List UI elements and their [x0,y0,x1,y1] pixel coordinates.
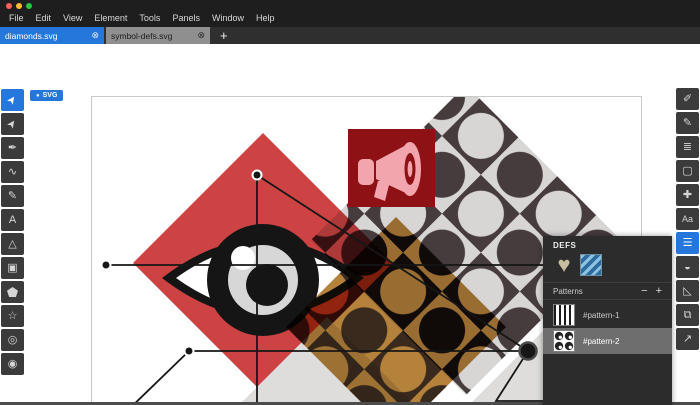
patterns-title: Patterns [553,287,583,296]
layers-panel-icon: ≣ [683,142,692,153]
zoom-button[interactable] [26,3,32,9]
add-pattern-button[interactable]: + [656,286,662,297]
view-panel-icon: ▢ [682,166,692,177]
star-tool-icon: ☆ [8,311,18,322]
shapes-tool-icon: ◉ [8,359,18,370]
path-tool[interactable]: ∿ [1,161,24,183]
megaphone-symbol[interactable] [348,129,435,207]
stroke-panel-icon: ✎ [683,118,692,129]
right-toolbar: ✐ ✎ ≣ ▢ ✚ Aa ☰ ◒ ◺ ⧉ ↗ [676,88,699,350]
traffic-lights [6,3,32,9]
remove-pattern-button[interactable]: − [641,286,647,297]
menu-view[interactable]: View [57,12,88,24]
pencil-tool[interactable]: ✎ [1,185,24,207]
left-toolbar: ➤ ➤ ✒ ∿ ✎ A △ ▣ ☆ ◎ ◉ [1,89,24,375]
tab-label: symbol-defs.svg [111,31,172,41]
pencil-tool-icon: ✎ [8,191,17,202]
menu-element[interactable]: Element [88,12,133,24]
close-button[interactable] [6,3,12,9]
patterns-header: Patterns − + [543,282,672,300]
ellipse-tool-icon: ◎ [8,335,18,346]
patterns-list: #pattern-1 #pattern-2 [543,302,672,354]
menu-tools[interactable]: Tools [133,12,166,24]
rect-tool[interactable]: ▣ [1,257,24,279]
tab-diamonds.svg[interactable]: diamonds.svg ⊗ [0,27,104,44]
pattern-thumbnail-icon [553,330,575,352]
triangle-tool[interactable]: △ [1,233,24,255]
close-tab-icon[interactable]: ⊗ [197,30,205,41]
export-panel[interactable]: ↗ [676,328,699,350]
select-tool[interactable]: ➤ [1,89,24,111]
geometry-panel[interactable]: ◺ [676,280,699,302]
pattern-row[interactable]: #pattern-1 [543,302,672,328]
defs-panel-button[interactable]: ☰ [676,232,699,254]
main-area: ● SVG ➤ ➤ ✒ ∿ ✎ A △ ▣ ☆ ◎ ◉ ✐ ✎ ≣ ▢ ✚ Aa ☰ ◒ ◺ ⧉ ↗ DEFS ♥ Pa… [0,44,700,403]
typography-panel-icon: Aa [682,215,693,224]
paint-panel-icon: ✐ [683,94,692,105]
geometry-panel-icon: ◺ [683,286,691,297]
menu-help[interactable]: Help [250,12,281,24]
triangle-tool-icon: △ [8,239,16,250]
pattern-id: #pattern-2 [583,337,619,346]
tab-symbol-defs.svg[interactable]: symbol-defs.svg ⊗ [106,27,210,44]
objects-panel-icon: ⧉ [684,310,692,321]
edit-tool[interactable]: ➤ [1,113,24,135]
masks-panel[interactable]: ◒ [676,256,699,278]
select-tool-icon: ➤ [5,93,19,107]
menu-panels[interactable]: Panels [166,12,206,24]
defs-panel-title: DEFS [553,241,576,250]
selected-node [520,343,537,360]
pen-tool-icon: ✒ [8,143,17,154]
defs-swatches: ♥ [553,254,602,276]
ellipse-tool[interactable]: ◎ [1,329,24,351]
pattern-id: #pattern-1 [583,311,619,320]
tab-label: diamonds.svg [5,31,57,41]
defs-panel-button-icon: ☰ [683,238,693,249]
hatch-symbol[interactable] [580,254,602,276]
text-tool-icon: A [9,215,16,226]
arrange-panel[interactable]: ✚ [676,184,699,206]
objects-panel[interactable]: ⧉ [676,304,699,326]
path-tool-icon: ∿ [8,167,17,178]
export-panel-icon: ↗ [683,334,692,345]
stroke-panel[interactable]: ✎ [676,112,699,134]
typography-panel[interactable]: Aa [676,208,699,230]
shapes-tool[interactable]: ◉ [1,353,24,375]
pattern-thumbnail-icon [553,304,575,326]
breadcrumb[interactable]: ● SVG [30,90,63,101]
pen-tool[interactable]: ✒ [1,137,24,159]
tab-bar: diamonds.svg ⊗ symbol-defs.svg ⊗ + [0,27,700,44]
rect-tool-icon: ▣ [7,263,17,274]
text-tool[interactable]: A [1,209,24,231]
close-tab-icon[interactable]: ⊗ [91,30,99,41]
edit-tool-icon: ➤ [5,117,19,131]
menu-edit[interactable]: Edit [30,12,58,24]
breadcrumb-label: SVG [43,92,58,99]
pentagon-icon [7,287,18,297]
polygon-tool[interactable] [1,281,24,303]
masks-panel-icon: ◒ [684,262,691,273]
menu-bar: FileEditViewElementToolsPanelsWindowHelp [3,12,281,24]
menu-window[interactable]: Window [206,12,250,24]
pattern-row[interactable]: #pattern-2 [543,328,672,354]
heart-symbol[interactable]: ♥ [553,254,575,276]
layers-panel[interactable]: ≣ [676,136,699,158]
new-tab-button[interactable]: + [220,31,228,41]
star-tool[interactable]: ☆ [1,305,24,327]
arrange-panel-icon: ✚ [683,190,692,201]
element-dot-icon: ● [36,93,40,99]
view-panel[interactable]: ▢ [676,160,699,182]
title-bar: FileEditViewElementToolsPanelsWindowHelp [0,0,700,27]
minimize-button[interactable] [16,3,22,9]
paint-panel[interactable]: ✐ [676,88,699,110]
menu-file[interactable]: File [3,12,30,24]
defs-panel: DEFS ♥ Patterns − + #pattern-1 #pattern-… [543,236,672,405]
